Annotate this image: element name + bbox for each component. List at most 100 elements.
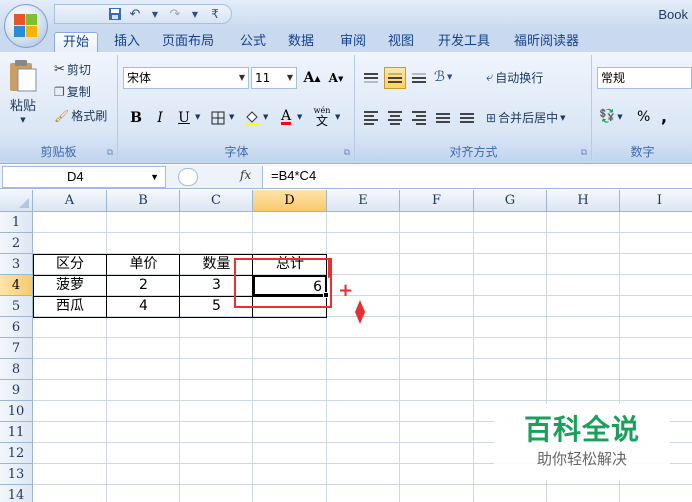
row-header-5[interactable]: 5	[0, 296, 33, 317]
column-header-e[interactable]: E	[327, 190, 400, 212]
comma-button[interactable]: ,	[661, 107, 667, 126]
chevron-down-icon[interactable]: ▼	[297, 113, 302, 121]
accounting-format-button[interactable]: 💱 ▼	[599, 109, 623, 124]
phonetic-button[interactable]: wén 文	[311, 105, 333, 127]
font-name-select[interactable]: 宋体 ▼	[123, 67, 249, 89]
name-box-value: D4	[67, 169, 84, 184]
ribbon: 粘贴 ▼ ✂ 剪切 ❐ 复制 🖌 格式刷 剪贴板 ⧉ 宋体 ▼ 11 ▼ A▲	[0, 52, 692, 164]
merge-center-button[interactable]: ⊞ 合并后居中 ▼	[486, 109, 565, 126]
tab-view[interactable]: 视图	[380, 32, 422, 52]
shrink-font-button[interactable]: A ▼	[325, 67, 347, 89]
number-format-select[interactable]: 常规	[597, 67, 692, 89]
font-size-select[interactable]: 11 ▼	[251, 67, 297, 89]
row-header-14[interactable]: 14	[0, 485, 33, 502]
shrink-font-label: A	[328, 71, 338, 85]
row-header-10[interactable]: 10	[0, 401, 33, 422]
chevron-down-icon: ▼	[617, 112, 623, 121]
italic-button[interactable]: I	[149, 107, 171, 129]
wrap-text-label: 自动换行	[495, 71, 544, 85]
tab-formulas[interactable]: 公式	[232, 32, 274, 52]
dialog-launcher-icon[interactable]: ⧉	[344, 148, 350, 158]
row-header-1[interactable]: 1	[0, 212, 33, 233]
align-top-button[interactable]	[360, 67, 382, 89]
column-header-i[interactable]: I	[620, 190, 692, 212]
copy-button[interactable]: ❐ 复制	[54, 83, 91, 100]
column-header-b[interactable]: B	[107, 190, 180, 212]
align-left-button[interactable]	[360, 107, 382, 129]
align-middle-button[interactable]	[384, 67, 406, 89]
font-color-button[interactable]: A	[275, 105, 297, 127]
tab-developer[interactable]: 开发工具	[430, 32, 498, 52]
row-header-8[interactable]: 8	[0, 359, 33, 380]
orientation-button[interactable]: ℬ ▼	[434, 69, 452, 85]
percent-button[interactable]: %	[637, 109, 650, 125]
wrap-text-button[interactable]: ⤶ 自动换行	[486, 69, 543, 86]
row-header-6[interactable]: 6	[0, 317, 33, 338]
number-group: 常规 💱 ▼ % , 数字	[593, 55, 692, 161]
chevron-down-icon[interactable]: ▼	[147, 6, 163, 22]
arrow-down-icon	[355, 300, 365, 324]
increase-indent-button[interactable]	[456, 107, 478, 129]
cell-b5[interactable]: 4	[107, 296, 180, 317]
tab-page-layout[interactable]: 页面布局	[154, 32, 222, 52]
tab-home[interactable]: 开始	[54, 32, 99, 52]
column-header-g[interactable]: G	[474, 190, 547, 212]
dialog-launcher-icon[interactable]: ⧉	[107, 148, 113, 158]
dialog-launcher-icon[interactable]: ⧉	[581, 148, 587, 158]
chevron-down-icon: ▼	[20, 116, 26, 124]
decrease-indent-button[interactable]	[432, 107, 454, 129]
customize-icon[interactable]: ₹	[207, 6, 223, 22]
row-header-9[interactable]: 9	[0, 380, 33, 401]
cell-b3[interactable]: 单价	[107, 254, 180, 275]
bold-button[interactable]: B	[125, 107, 147, 129]
chevron-down-icon[interactable]: ▼	[335, 113, 340, 121]
undo-icon[interactable]: ↶	[127, 6, 143, 22]
column-header-d[interactable]: D	[253, 190, 327, 212]
align-bottom-button[interactable]	[408, 67, 430, 89]
row-header-2[interactable]: 2	[0, 233, 33, 254]
underline-button[interactable]: U	[173, 107, 195, 129]
borders-button[interactable]	[207, 107, 229, 129]
tab-review[interactable]: 审阅	[332, 32, 374, 52]
column-header-h[interactable]: H	[547, 190, 620, 212]
chevron-down-icon[interactable]: ▼	[195, 113, 200, 121]
highlight-box	[234, 258, 332, 308]
paint-bucket-icon	[245, 111, 259, 126]
merge-center-label: 合并后居中	[498, 111, 559, 125]
row-header-12[interactable]: 12	[0, 443, 33, 464]
clipboard-group: 粘贴 ▼ ✂ 剪切 ❐ 复制 🖌 格式刷 剪贴板 ⧉	[0, 55, 118, 161]
chevron-down-icon[interactable]: ▼	[229, 113, 234, 121]
redo-icon[interactable]: ↷	[167, 6, 183, 22]
column-header-c[interactable]: C	[180, 190, 253, 212]
select-all-button[interactable]	[0, 190, 33, 212]
format-painter-button[interactable]: 🖌 格式刷	[54, 107, 107, 124]
save-icon[interactable]	[107, 6, 123, 22]
row-header-3[interactable]: 3	[0, 254, 33, 275]
tab-insert[interactable]: 插入	[106, 32, 148, 52]
grow-font-button[interactable]: A ▲	[301, 67, 323, 89]
chevron-down-icon[interactable]: ▼	[187, 6, 203, 22]
row-header-11[interactable]: 11	[0, 422, 33, 443]
chevron-down-icon[interactable]: ▼	[263, 113, 268, 121]
row-header-7[interactable]: 7	[0, 338, 33, 359]
column-header-a[interactable]: A	[33, 190, 107, 212]
cell-b4[interactable]: 2	[107, 275, 180, 296]
name-box[interactable]: D4 ▼	[2, 166, 166, 188]
tab-data[interactable]: 数据	[280, 32, 322, 52]
paste-button[interactable]: 粘贴 ▼	[6, 59, 40, 124]
align-right-button[interactable]	[408, 107, 430, 129]
cell-a5[interactable]: 西瓜	[33, 296, 107, 317]
formula-input[interactable]: =B4*C4	[262, 166, 692, 188]
insert-function-button[interactable]: fx	[178, 168, 260, 186]
align-center-button[interactable]	[384, 107, 406, 129]
column-header-f[interactable]: F	[400, 190, 474, 212]
cell-a3[interactable]: 区分	[33, 254, 107, 275]
fill-color-button[interactable]	[241, 107, 263, 129]
office-button[interactable]	[4, 4, 48, 48]
row-header-13[interactable]: 13	[0, 464, 33, 485]
cut-button[interactable]: ✂ 剪切	[54, 61, 91, 78]
cell-a4[interactable]: 菠萝	[33, 275, 107, 296]
currency-icon: 💱	[599, 109, 616, 124]
row-header-4[interactable]: 4	[0, 275, 33, 296]
tab-foxit-reader[interactable]: 福昕阅读器	[506, 32, 587, 52]
